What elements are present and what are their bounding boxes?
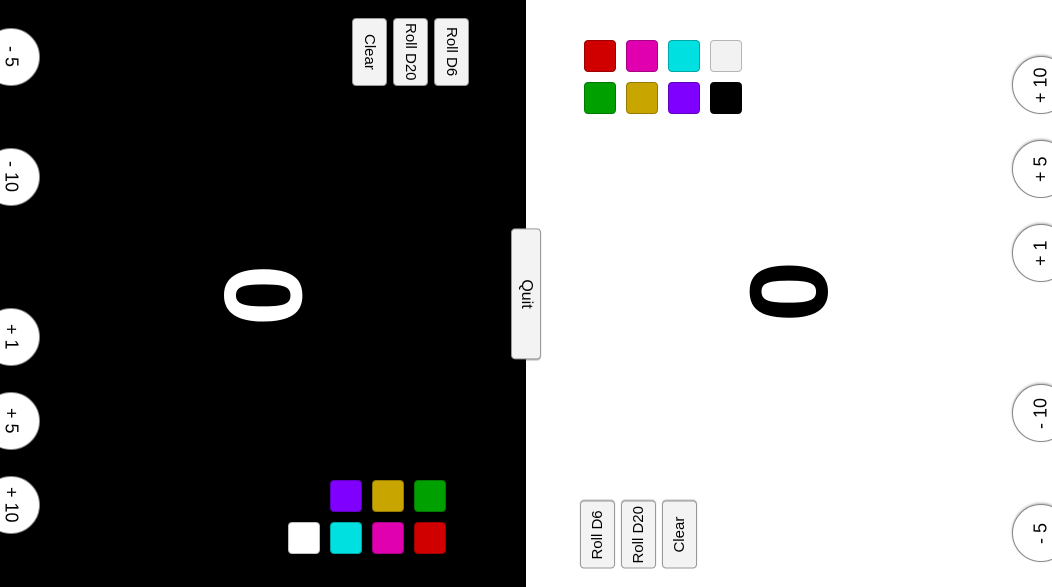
right-roll-d20-button[interactable]: Roll D20 — [621, 501, 656, 569]
right-swatch-5[interactable] — [626, 82, 658, 114]
left-clear-button[interactable]: Clear — [352, 18, 387, 86]
left-roll-d20-button[interactable]: Roll D20 — [393, 18, 428, 86]
right-clear-button[interactable]: Clear — [662, 501, 697, 569]
right-swatch-4[interactable] — [584, 82, 616, 114]
right-score: 0 — [726, 265, 853, 322]
left-swatch-7[interactable] — [414, 522, 446, 554]
left-swatch-6[interactable] — [372, 522, 404, 554]
left-roll-d6-button[interactable]: Roll D6 — [434, 18, 469, 86]
right-swatch-1[interactable] — [626, 40, 658, 72]
left-swatch-3[interactable] — [414, 480, 446, 512]
left-color-palette — [276, 468, 456, 564]
left-swatch-2[interactable] — [372, 480, 404, 512]
right-swatch-3[interactable] — [710, 40, 742, 72]
right-swatch-7[interactable] — [710, 82, 742, 114]
left-swatch-5[interactable] — [330, 522, 362, 554]
right-color-palette — [572, 28, 752, 124]
left-swatch-0[interactable] — [288, 480, 320, 512]
quit-button[interactable]: Quit — [511, 228, 541, 359]
right-roll-d6-button[interactable]: Roll D6 — [580, 501, 615, 569]
left-swatch-4[interactable] — [288, 522, 320, 554]
right-swatch-0[interactable] — [584, 40, 616, 72]
game-stage: 0 0 Quit - 5 - 10 + 1 + 5 + 10 Roll D6 R… — [0, 0, 1052, 587]
left-score: 0 — [200, 265, 327, 322]
right-swatch-6[interactable] — [668, 82, 700, 114]
right-swatch-2[interactable] — [668, 40, 700, 72]
left-swatch-1[interactable] — [330, 480, 362, 512]
